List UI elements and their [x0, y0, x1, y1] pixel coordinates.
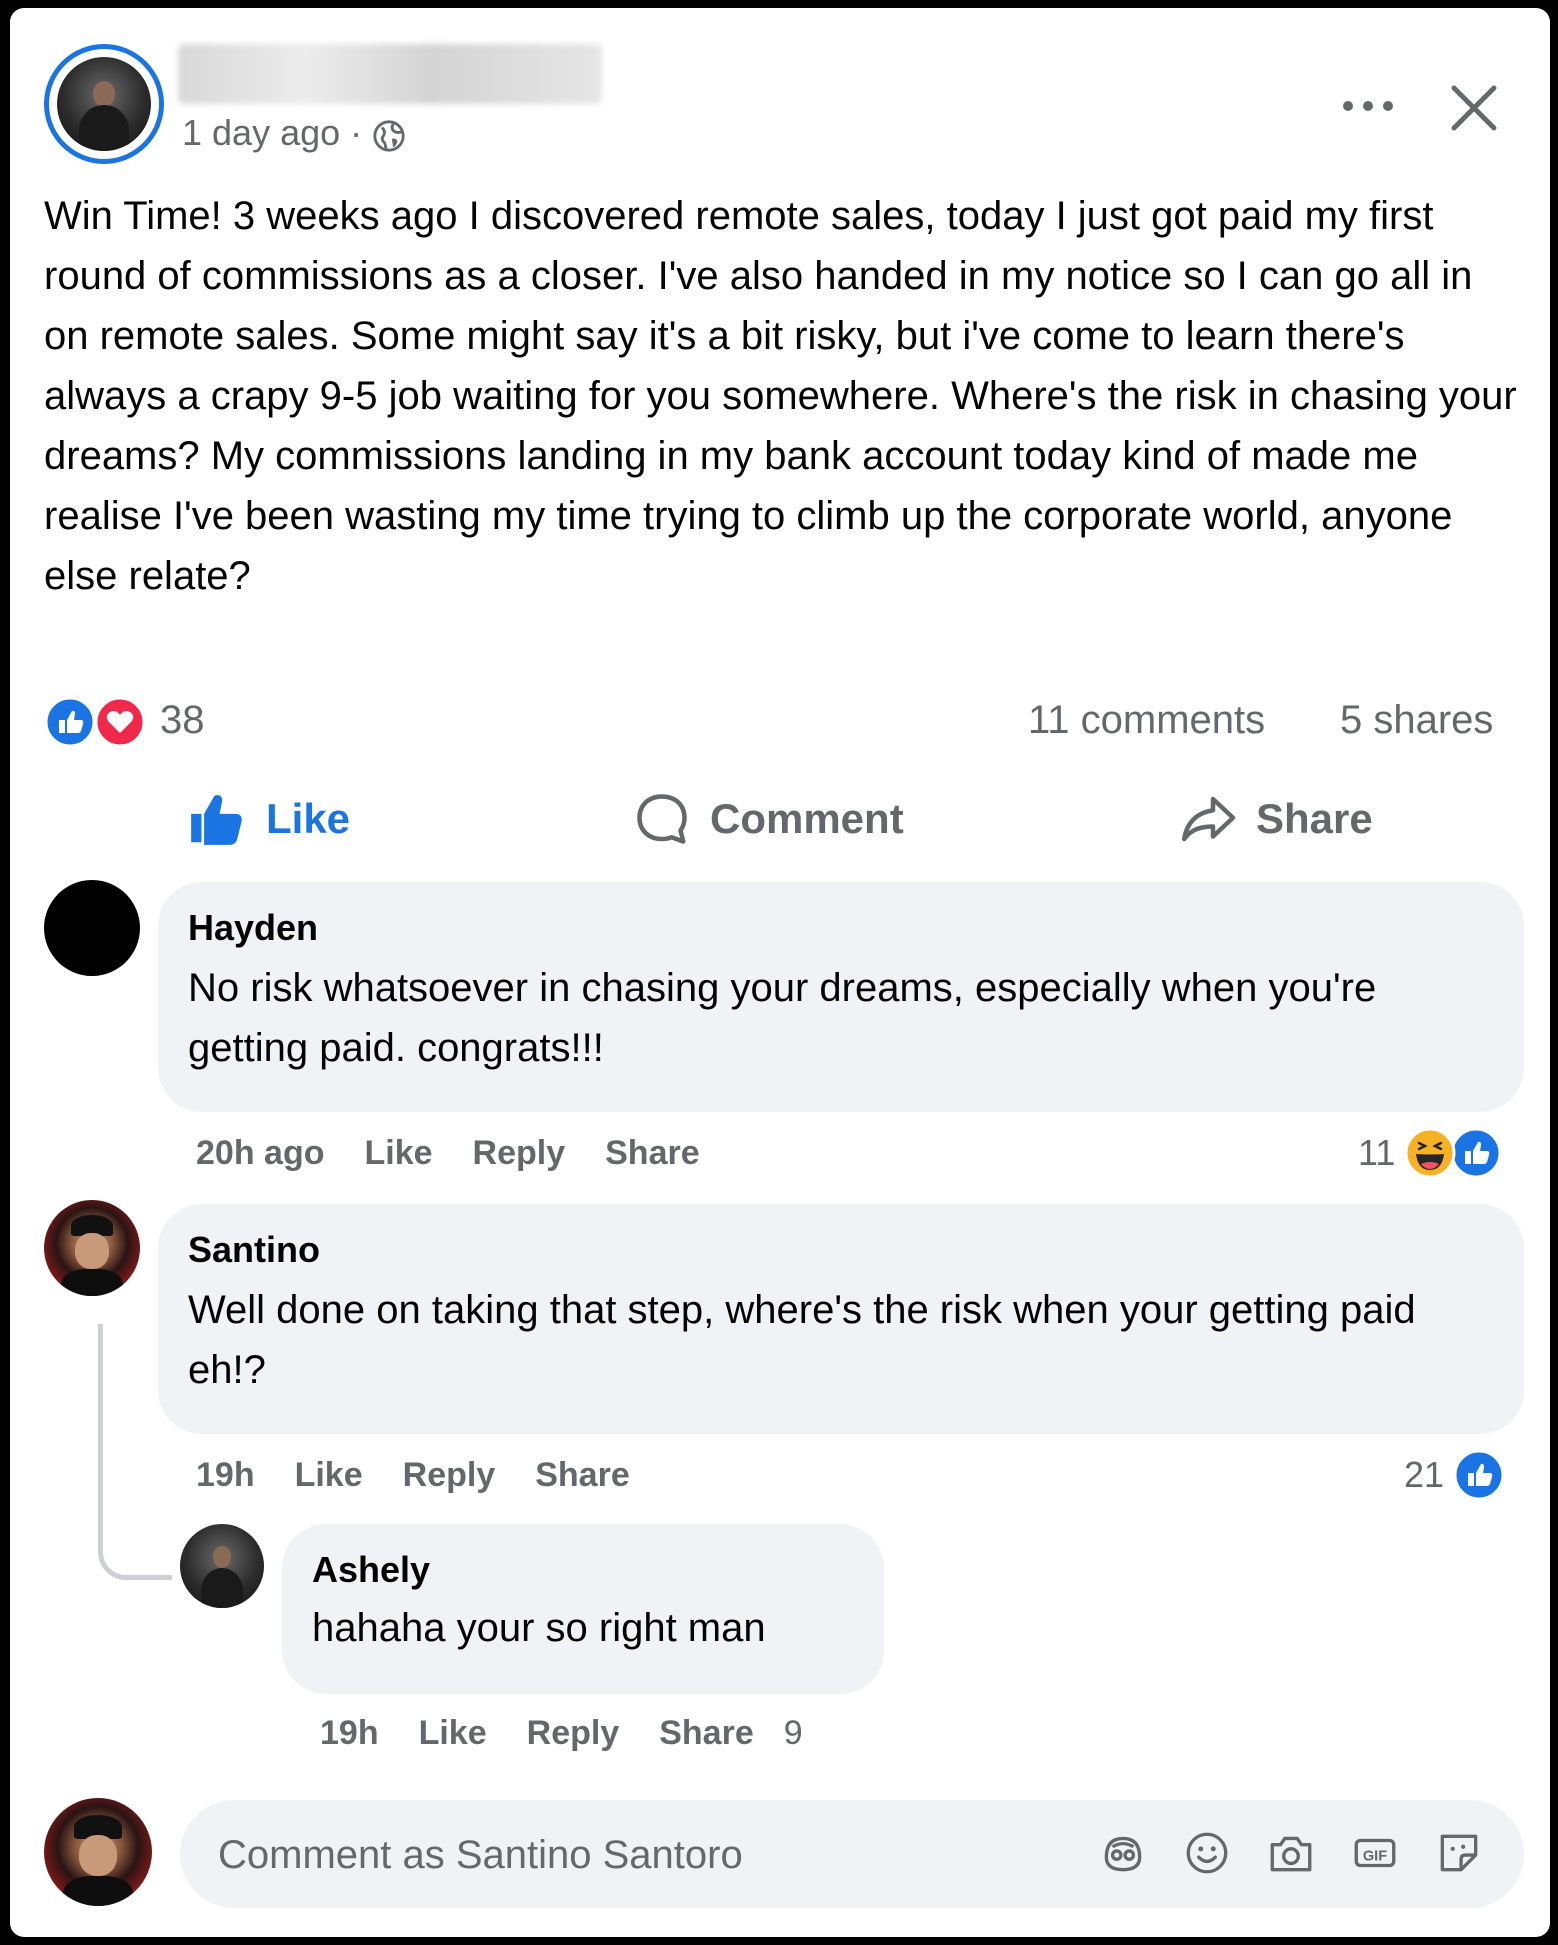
post-card: 1 day ago · Win Time! 3 weeks ago I disc…: [10, 8, 1550, 1937]
post-author-name-redacted[interactable]: [178, 44, 602, 104]
comment-author[interactable]: Santino: [188, 1226, 1494, 1274]
camera-icon[interactable]: [1266, 1828, 1316, 1878]
like-label: Like: [266, 795, 351, 842]
comment-author[interactable]: Ashely: [312, 1546, 854, 1594]
comment-like-button[interactable]: Like: [295, 1456, 363, 1495]
comment-bubble: Hayden No risk whatsoever in chasing you…: [158, 882, 1524, 1112]
post-meta: 1 day ago ·: [182, 112, 406, 154]
comment-reply-button[interactable]: Reply: [527, 1714, 620, 1753]
comments-count[interactable]: 11 comments: [1028, 698, 1265, 743]
comment-icon: [637, 794, 687, 844]
comment-reactions[interactable]: 11: [1358, 1126, 1503, 1180]
comment-time[interactable]: 20h ago: [196, 1134, 324, 1173]
more-options-icon[interactable]: [1340, 94, 1396, 118]
comment-reaction-count: 21: [1404, 1454, 1445, 1495]
reaction-icons: [1404, 1127, 1502, 1179]
close-icon[interactable]: [1448, 82, 1500, 134]
share-button[interactable]: Share: [1178, 784, 1373, 854]
sticker-icon[interactable]: [1434, 1828, 1484, 1878]
gif-icon[interactable]: GIF: [1350, 1828, 1400, 1878]
comment-text: hahaha your so right man: [312, 1606, 766, 1650]
share-icon: [1182, 796, 1236, 842]
reaction-icons[interactable]: [40, 696, 150, 748]
comment-actions: 19h Like Reply Share 9: [320, 1714, 803, 1753]
current-user-avatar[interactable]: [44, 1798, 152, 1906]
comment-reply-button[interactable]: Reply: [403, 1456, 496, 1495]
post-time[interactable]: 1 day ago: [182, 112, 340, 154]
comment-reactions[interactable]: 21: [1404, 1448, 1506, 1502]
comment-bubble: Ashely hahaha your so right man: [282, 1524, 884, 1694]
comment-reaction-count[interactable]: 9: [784, 1714, 803, 1753]
comment-label: Comment: [710, 795, 904, 842]
composer-tools: GIF: [1098, 1828, 1484, 1878]
comment-like-button[interactable]: Like: [364, 1134, 432, 1173]
meta-separator: ·: [350, 112, 363, 153]
globe-icon: [373, 120, 405, 152]
svg-text:GIF: GIF: [1363, 1848, 1387, 1864]
like-icon: [44, 696, 96, 748]
love-icon: [94, 696, 146, 748]
like-button[interactable]: Like: [186, 784, 350, 854]
comment-share-button[interactable]: Share: [535, 1456, 630, 1495]
emoji-icon[interactable]: [1182, 1828, 1232, 1878]
post-text: Win Time! 3 weeks ago I discovered remot…: [44, 194, 1528, 598]
comment-like-button[interactable]: Like: [419, 1714, 487, 1753]
comment-share-button[interactable]: Share: [605, 1134, 700, 1173]
comment-time[interactable]: 19h: [320, 1714, 379, 1753]
commenter-avatar[interactable]: [180, 1524, 264, 1608]
avatar-frame-icon[interactable]: [1098, 1828, 1148, 1878]
commenter-avatar[interactable]: [44, 880, 140, 976]
comment-actions: 20h ago Like Reply Share: [196, 1134, 700, 1173]
comment-input[interactable]: [216, 1824, 1040, 1886]
like-icon: [191, 795, 242, 845]
comment-button[interactable]: Comment: [632, 784, 904, 854]
comment-reply-button[interactable]: Reply: [473, 1134, 566, 1173]
post-author-avatar[interactable]: [57, 57, 151, 151]
comment-share-button[interactable]: Share: [659, 1714, 754, 1753]
comment-time[interactable]: 19h: [196, 1456, 255, 1495]
comment-composer: GIF: [180, 1800, 1524, 1908]
reaction-count[interactable]: 38: [160, 698, 205, 743]
comment-text: No risk whatsoever in chasing your dream…: [188, 966, 1377, 1070]
comment-reaction-count: 11: [1358, 1132, 1396, 1173]
shares-count[interactable]: 5 shares: [1340, 698, 1493, 743]
comment-author[interactable]: Hayden: [188, 904, 1494, 952]
comment-text: Well done on taking that step, where's t…: [188, 1288, 1416, 1392]
haha-icon: [1404, 1127, 1456, 1179]
commenter-avatar[interactable]: [44, 1200, 140, 1296]
like-icon: [1453, 1449, 1505, 1501]
comment-bubble: Santino Well done on taking that step, w…: [158, 1204, 1524, 1434]
comment-actions: 19h Like Reply Share: [196, 1456, 630, 1495]
like-icon: [1450, 1127, 1502, 1179]
share-label: Share: [1256, 795, 1373, 842]
